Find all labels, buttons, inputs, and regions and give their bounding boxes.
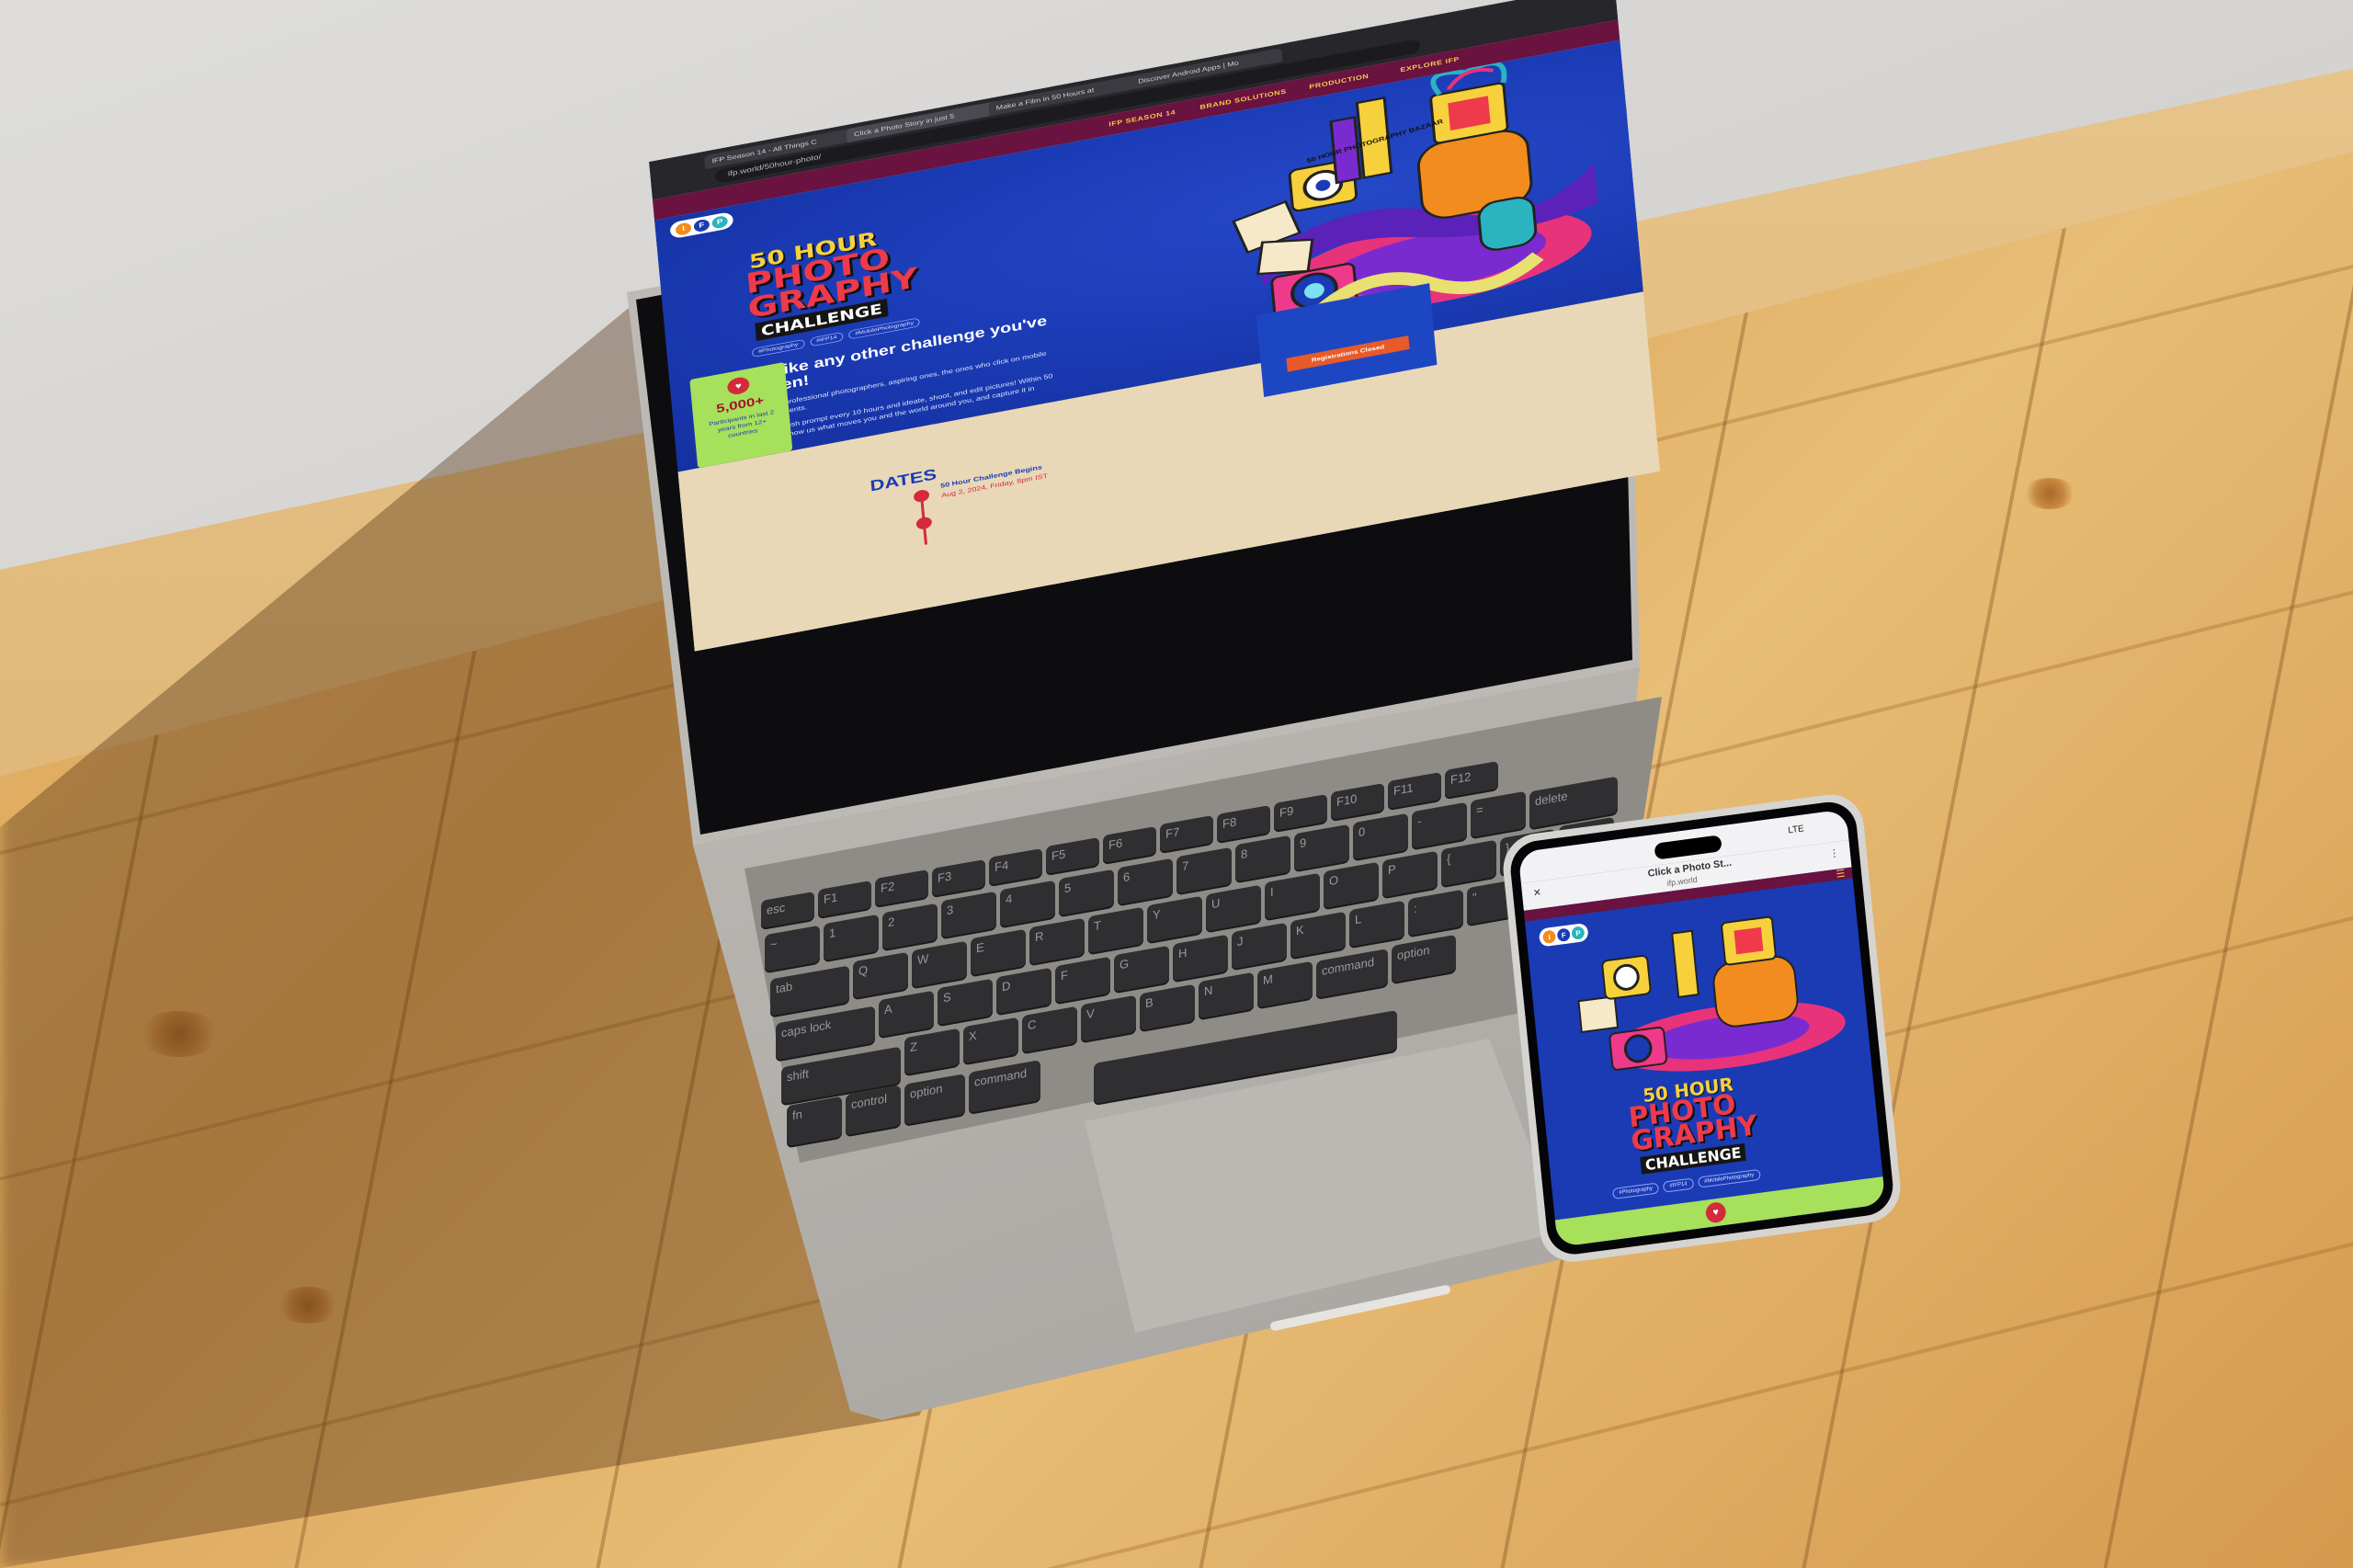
phone-url: ifp.world <box>1666 874 1699 889</box>
phone-screen: LTE ✕ Click a Photo St... ifp.world ⋮ ☰ … <box>1518 809 1886 1248</box>
status-network: LTE <box>1787 824 1805 836</box>
film-strip <box>1671 929 1699 998</box>
keyboard-key[interactable]: esc <box>761 891 814 929</box>
keyboard-key[interactable]: option <box>1392 935 1456 983</box>
keyboard-key[interactable]: F3 <box>932 858 985 896</box>
keyboard-key[interactable]: E <box>971 929 1026 976</box>
clock-icon <box>913 488 930 504</box>
keyboard-key[interactable]: 8 <box>1235 835 1290 882</box>
keyboard-key[interactable]: 1 <box>824 914 879 961</box>
keyboard-key[interactable]: F7 <box>1160 815 1213 853</box>
keyboard-key[interactable]: D <box>996 967 1051 1015</box>
keyboard-key[interactable]: Q <box>853 951 908 999</box>
hashtag[interactable]: #MobilePhotography <box>1697 1168 1761 1188</box>
keyboard-key[interactable]: F6 <box>1103 826 1156 864</box>
keyboard-key[interactable]: : <box>1408 889 1463 937</box>
keyboard-key[interactable]: fn <box>787 1096 842 1147</box>
hashtag[interactable]: #IFP14 <box>1663 1177 1695 1193</box>
more-icon[interactable]: ⋮ <box>1829 846 1840 859</box>
heart-icon: ♥ <box>726 375 751 396</box>
phone-glass: LTE ✕ Click a Photo St... ifp.world ⋮ ☰ … <box>1507 798 1896 1258</box>
keyboard-key[interactable]: S <box>938 979 993 1026</box>
keyboard-key[interactable]: { <box>1441 839 1496 887</box>
logo-letter: P <box>711 214 729 230</box>
keyboard-key[interactable]: F1 <box>818 881 871 918</box>
keyboard-key[interactable]: J <box>1232 923 1287 970</box>
keyboard-key[interactable]: W <box>912 940 967 987</box>
keyboard-key[interactable]: F11 <box>1388 772 1441 810</box>
hashtag[interactable]: #Photography <box>1611 1182 1660 1199</box>
keyboard-key[interactable]: L <box>1349 900 1404 948</box>
stat-card: ♥ 5,000+ Participants in last 2 years fr… <box>689 361 793 469</box>
keyboard-key[interactable]: F4 <box>989 847 1042 885</box>
keyboard-key[interactable]: Y <box>1147 895 1202 943</box>
keyboard-key[interactable]: I <box>1265 873 1320 920</box>
keyboard-key[interactable]: Z <box>904 1028 960 1075</box>
keyboard-key[interactable]: K <box>1290 911 1346 959</box>
keyboard-key[interactable]: F2 <box>875 869 928 907</box>
keyboard-key[interactable]: F8 <box>1217 804 1270 842</box>
keyboard-key[interactable]: 5 <box>1059 869 1114 916</box>
phone-hero-illustration <box>1577 915 1846 1072</box>
logo-letter: I <box>1541 929 1557 945</box>
keyboard-key[interactable]: 7 <box>1176 846 1232 893</box>
keyboard-key[interactable]: A <box>879 990 934 1037</box>
figure-head-screen <box>1733 926 1764 955</box>
keyboard-key[interactable]: R <box>1029 917 1085 965</box>
registrations-closed-button[interactable]: Registrations Closed <box>1286 335 1410 372</box>
keyboard-key[interactable]: 9 <box>1294 824 1349 871</box>
keyboard-key[interactable]: C <box>1022 1006 1077 1053</box>
smartphone: LTE ✕ Click a Photo St... ifp.world ⋮ ☰ … <box>1500 790 1911 1267</box>
keyboard-key[interactable]: option <box>904 1073 965 1125</box>
keyboard-key[interactable]: 0 <box>1353 812 1408 860</box>
keyboard-key[interactable]: F5 <box>1046 836 1099 875</box>
hashtag[interactable]: #Photography <box>751 338 805 358</box>
keyboard-key[interactable]: U <box>1206 884 1261 931</box>
keyboard-key[interactable]: O <box>1324 861 1379 909</box>
keyboard-key[interactable]: N <box>1199 972 1254 1019</box>
hand-camera-lens <box>1613 963 1640 991</box>
keyboard-key[interactable]: T <box>1088 906 1143 954</box>
photo-frame <box>1256 238 1314 276</box>
keyboard-key[interactable]: F <box>1055 956 1110 1004</box>
keyboard-key[interactable]: F10 <box>1331 782 1384 821</box>
photo-frame <box>1577 994 1620 1034</box>
keyboard-key[interactable]: G <box>1114 945 1169 993</box>
logo-letter: F <box>693 218 710 233</box>
keyboard-key[interactable]: command <box>969 1060 1040 1114</box>
figure-torso <box>1712 955 1799 1028</box>
keyboard-key[interactable]: - <box>1412 801 1467 849</box>
keyboard-key[interactable]: F9 <box>1274 793 1327 831</box>
keyboard-key[interactable]: command <box>1316 949 1388 998</box>
keyboard-key[interactable]: tab <box>770 965 849 1017</box>
keyboard-key[interactable]: V <box>1081 994 1136 1042</box>
keyboard-key[interactable]: caps lock <box>776 1006 875 1061</box>
keyboard-key[interactable]: = <box>1471 790 1526 837</box>
keyboard-key[interactable]: B <box>1140 983 1195 1030</box>
hashtag[interactable]: #IFP14 <box>809 331 844 347</box>
menu-icon[interactable]: ☰ <box>1836 868 1846 881</box>
keyboard-key[interactable]: F12 <box>1445 761 1498 799</box>
keyboard-key[interactable]: 4 <box>1000 880 1055 927</box>
keyboard-key[interactable]: control <box>846 1085 901 1136</box>
keyboard-key[interactable]: ~ <box>765 925 820 972</box>
keyboard-key[interactable]: 2 <box>882 903 938 949</box>
keyboard-key[interactable]: M <box>1257 960 1313 1008</box>
clock-icon <box>915 516 933 531</box>
keyboard-key[interactable]: 6 <box>1118 858 1173 905</box>
ifp-logo[interactable]: I F P <box>669 210 734 240</box>
keyboard-key[interactable]: P <box>1382 850 1438 898</box>
keyboard-key[interactable]: X <box>963 1017 1018 1064</box>
close-icon[interactable]: ✕ <box>1532 886 1541 899</box>
keyboard-key[interactable]: 3 <box>941 892 996 938</box>
logo-letter: I <box>675 221 692 236</box>
keyboard-key[interactable]: H <box>1173 934 1228 981</box>
